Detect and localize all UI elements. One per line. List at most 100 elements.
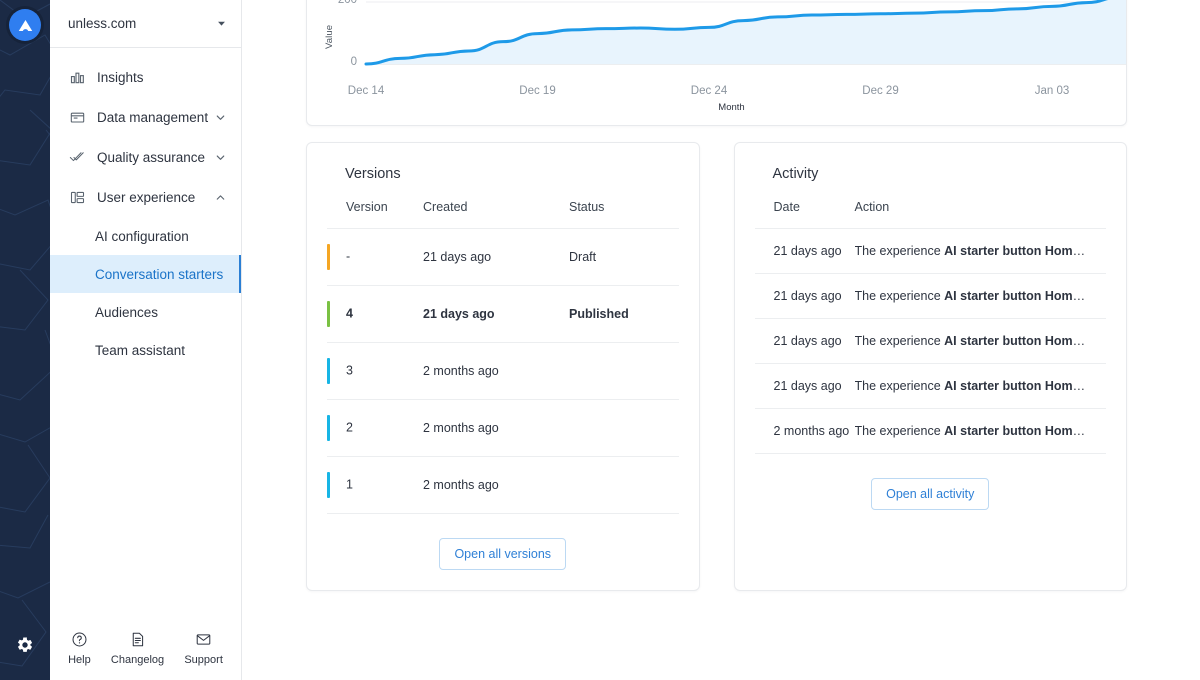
table-row[interactable]: 21 days agoThe experience AI starter but… <box>755 274 1107 319</box>
help-label: Help <box>68 654 91 666</box>
table-row[interactable]: 2 2 months ago <box>327 400 679 457</box>
sidebar: unless.com Insights <box>50 0 242 680</box>
table-row[interactable]: 21 days agoThe experience AI starter but… <box>755 364 1107 409</box>
sidebar-item-label: Quality assurance <box>97 150 214 165</box>
y-tick-label: 200 <box>315 0 357 6</box>
sidebar-subitem-label: Team assistant <box>95 343 241 358</box>
account-name: unless.com <box>68 16 216 31</box>
table-row[interactable]: 32 months ago <box>327 343 679 400</box>
x-tick-label: Dec 29 <box>862 85 898 97</box>
activity-action: The experience AI starter button Home… <box>855 319 1107 364</box>
app-root: unless.com Insights <box>0 0 1200 680</box>
changelog-button[interactable]: Changelog <box>111 631 164 666</box>
versions-table: Version Created Status -21 days agoDraft… <box>327 200 679 514</box>
version-status: Draft <box>569 229 679 286</box>
document-icon <box>129 631 146 651</box>
activity-date: 21 days ago <box>755 319 855 364</box>
help-button[interactable]: Help <box>68 631 91 666</box>
sidebar-subitem-conversation-starters[interactable]: Conversation starters <box>50 255 241 293</box>
version-number: 2 <box>346 420 353 434</box>
panels-row: Versions Version Created Status -21 days… <box>306 142 1127 591</box>
table-row[interactable]: 421 days agoPublished <box>327 286 679 343</box>
layout-grid-icon <box>68 188 86 206</box>
table-row[interactable]: 21 days agoThe experience AI starter but… <box>755 229 1107 274</box>
open-all-versions-button[interactable]: Open all versions <box>439 538 566 570</box>
version-status-marker <box>327 358 330 384</box>
chevron-down-icon <box>214 111 227 124</box>
sidebar-item-quality-assurance[interactable]: Quality assurance <box>50 137 241 177</box>
versions-body: -21 days agoDraft421 days agoPublished32… <box>327 229 679 514</box>
gear-icon[interactable] <box>15 635 35 655</box>
support-label: Support <box>184 654 223 666</box>
versions-title: Versions <box>345 166 679 182</box>
version-number: 1 <box>346 477 353 491</box>
sidebar-item-label: Insights <box>97 70 227 85</box>
column-header-version: Version <box>327 200 423 229</box>
x-tick-label: Dec 24 <box>691 85 727 97</box>
sidebar-item-data-management[interactable]: Data management <box>50 97 241 137</box>
version-status-marker <box>327 301 330 327</box>
chevron-down-icon <box>214 151 227 164</box>
chevron-up-icon <box>214 191 227 204</box>
column-header-created: Created <box>423 200 569 229</box>
account-switcher[interactable]: unless.com <box>50 0 241 48</box>
version-cell: 2 <box>327 400 423 457</box>
open-all-activity-button[interactable]: Open all activity <box>871 478 989 510</box>
activity-footer: Open all activity <box>755 478 1107 510</box>
version-cell: 4 <box>327 286 423 343</box>
activity-card: Activity Date Action 21 days agoThe expe… <box>734 142 1128 591</box>
sidebar-subitem-team-assistant[interactable]: Team assistant <box>50 331 241 369</box>
table-row[interactable]: 21 days agoThe experience AI starter but… <box>755 319 1107 364</box>
column-header-status: Status <box>569 200 679 229</box>
sidebar-item-user-experience[interactable]: User experience <box>50 177 241 217</box>
x-tick-label: Jan 03 <box>1035 85 1070 97</box>
chart-plot <box>307 0 1127 126</box>
version-created: 2 months ago <box>423 343 569 400</box>
activity-action: The experience AI starter button Home… <box>855 409 1107 454</box>
versions-card: Versions Version Created Status -21 days… <box>306 142 700 591</box>
unless-logo-icon[interactable] <box>9 9 41 41</box>
question-circle-icon <box>71 631 88 651</box>
activity-header-row: Date Action <box>755 200 1107 229</box>
bar-chart-icon <box>68 68 86 86</box>
version-cell: 1 <box>327 457 423 514</box>
versions-header-row: Version Created Status <box>327 200 679 229</box>
version-status <box>569 457 679 514</box>
support-button[interactable]: Support <box>184 631 223 666</box>
version-created: 21 days ago <box>423 229 569 286</box>
activity-action: The experience AI starter button Home… <box>855 364 1107 409</box>
activity-table: Date Action 21 days agoThe experience AI… <box>755 200 1107 454</box>
sidebar-subitem-audiences[interactable]: Audiences <box>50 293 241 331</box>
version-created: 2 months ago <box>423 457 569 514</box>
version-created: 21 days ago <box>423 286 569 343</box>
version-status-marker <box>327 472 330 498</box>
table-row[interactable]: -21 days agoDraft <box>327 229 679 286</box>
sidebar-item-label: Data management <box>97 110 214 125</box>
sidebar-item-label: User experience <box>97 190 214 205</box>
version-created: 2 months ago <box>423 400 569 457</box>
sidebar-footer: Help Changelog Support <box>50 622 241 680</box>
activity-date: 21 days ago <box>755 274 855 319</box>
table-row[interactable]: 2 months agoThe experience AI starter bu… <box>755 409 1107 454</box>
sidebar-subitem-label: Conversation starters <box>95 267 241 282</box>
version-status <box>569 400 679 457</box>
activity-date: 21 days ago <box>755 364 855 409</box>
chevron-down-icon <box>216 18 227 29</box>
activity-body: 21 days agoThe experience AI starter but… <box>755 229 1107 454</box>
table-row[interactable]: 1 2 months ago <box>327 457 679 514</box>
activity-date: 21 days ago <box>755 229 855 274</box>
version-cell: 3 <box>327 343 423 400</box>
chart-area: Value Month 0200400 Dec 14Dec 19Dec 24De… <box>307 0 1126 125</box>
left-rail <box>0 0 50 680</box>
activity-action: The experience AI starter button Home… <box>855 274 1107 319</box>
sidebar-subitem-ai-configuration[interactable]: AI configuration <box>50 217 241 255</box>
y-tick-label: 0 <box>315 56 357 68</box>
versions-footer: Open all versions <box>327 538 679 570</box>
double-check-icon <box>68 148 86 166</box>
changelog-label: Changelog <box>111 654 164 666</box>
rail-pattern-decoration <box>0 0 50 680</box>
version-status: Published <box>569 286 679 343</box>
sidebar-item-insights[interactable]: Insights <box>50 57 241 97</box>
sidebar-subitem-label: Audiences <box>95 305 241 320</box>
sidebar-subitem-label: AI configuration <box>95 229 241 244</box>
